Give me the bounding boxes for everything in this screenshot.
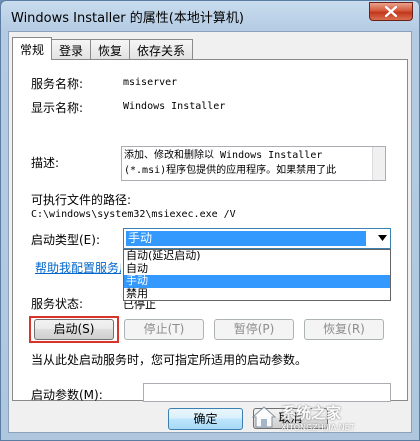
properties-window: Windows Installer 的属性(本地计算机) 常规 登录 恢复 依存… — [0, 0, 420, 441]
option-auto-delayed[interactable]: 自动(延迟启动) — [124, 250, 390, 263]
description-box[interactable]: 添加、修改和删除以 Windows Installer (*.msi)程序包提供… — [121, 146, 386, 181]
close-icon — [385, 6, 397, 17]
watermark-logo: 系统之家 XITONGZHIJIA.NET — [251, 400, 411, 434]
chevron-down-icon — [378, 235, 387, 241]
general-panel: 服务名称: msiserver 显示名称: Windows Installer … — [12, 59, 408, 402]
close-button[interactable] — [369, 2, 413, 21]
stop-button[interactable]: 停止(T) — [124, 319, 204, 340]
display-name-label: 显示名称: — [31, 101, 84, 115]
startup-type-label: 启动类型(E): — [31, 233, 100, 247]
description-label: 描述: — [31, 156, 60, 170]
startup-type-dropdown: 自动(延迟启动) 自动 手动 禁用 — [123, 249, 391, 301]
title-bar[interactable]: Windows Installer 的属性(本地计算机) — [1, 1, 419, 31]
service-name-label: 服务名称: — [31, 77, 84, 91]
service-status-label: 服务状态: — [31, 297, 84, 311]
description-line-2: (*.msi)程序包提供的应用程序。如果禁用了此 — [124, 165, 337, 176]
description-scrollbar[interactable] — [372, 147, 385, 180]
tab-recovery[interactable]: 恢复 — [90, 39, 131, 59]
description-line-1: 添加、修改和删除以 Windows Installer — [124, 150, 323, 161]
resume-button[interactable]: 恢复(R) — [304, 319, 384, 340]
tab-dependencies[interactable]: 依存关系 — [129, 39, 194, 59]
option-disabled[interactable]: 禁用 — [124, 287, 390, 301]
exe-path-label: 可执行文件的路径: — [31, 193, 132, 207]
start-params-label: 启动参数(M): — [31, 388, 103, 402]
help-configure-link[interactable]: 帮助我配置服务启动选项。 — [35, 259, 121, 276]
dialog-client: 常规 登录 恢复 依存关系 服务名称: msiserver 显示名称: Wind… — [8, 31, 412, 433]
service-name-value: msiserver — [123, 77, 178, 88]
startup-type-selected: 手动 — [126, 231, 366, 246]
tab-logon[interactable]: 登录 — [51, 39, 92, 59]
tab-general[interactable]: 常规 — [12, 37, 53, 60]
startup-type-select[interactable]: 手动 — [123, 228, 391, 249]
start-hint-text: 当从此处启动服务时，您可指定所适用的启动参数。 — [31, 353, 308, 367]
tab-strip: 常规 登录 恢复 依存关系 — [12, 37, 194, 60]
pause-button[interactable]: 暂停(P) — [214, 319, 294, 340]
house-logo-icon — [251, 406, 277, 428]
exe-path-value: C:\windows\system32\msiexec.exe /V — [31, 209, 236, 220]
start-button[interactable]: 启动(S) — [34, 319, 114, 340]
watermark-text: 系统之家 — [281, 404, 342, 422]
watermark-subtext: XITONGZHIJIA.NET — [281, 423, 355, 432]
display-name-value: Windows Installer — [123, 101, 226, 112]
ok-button[interactable]: 确定 — [168, 408, 243, 430]
option-manual[interactable]: 手动 — [124, 275, 390, 288]
window-title: Windows Installer 的属性(本地计算机) — [11, 11, 244, 26]
option-auto[interactable]: 自动 — [124, 262, 390, 276]
